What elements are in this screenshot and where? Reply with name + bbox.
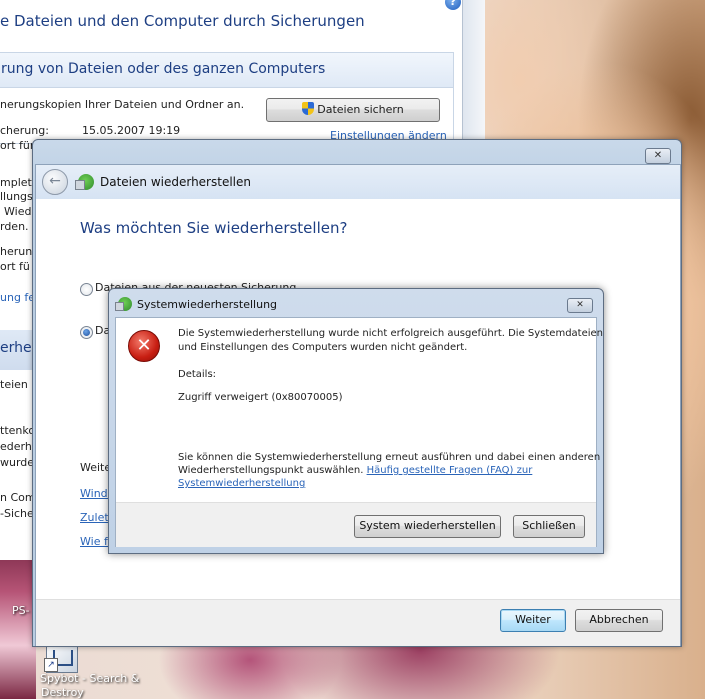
text-fragment: ttenko [0, 424, 36, 437]
text-fragment: ort für [0, 139, 35, 152]
shortcut-arrow-icon: ↗ [44, 658, 58, 672]
wizard-question: Was möchten Sie wiederherstellen? [80, 219, 348, 237]
radio-other-backup[interactable] [80, 326, 93, 339]
text-fragment: herun [0, 245, 33, 258]
radio-latest-backup[interactable] [80, 283, 93, 296]
error-message-line1: Die Systemwiederherstellung wurde nicht … [178, 328, 604, 339]
text-fragment: llungs [0, 190, 33, 203]
dialog-footer: System wiederherstellen Schließen [116, 502, 596, 547]
back-arrow-icon[interactable]: ← [42, 169, 68, 195]
info-line2-text: Wiederherstellungspunkt auswählen. [178, 465, 364, 476]
dialog-body: ✕ Die Systemwiederherstellung wurde nich… [115, 317, 603, 547]
wizard-footer: Weiter Abbrechen [36, 599, 680, 646]
spybot-label-line2[interactable]: Destroy [41, 686, 84, 699]
wizard-close-button[interactable]: ✕ [645, 148, 671, 164]
uac-shield-icon [302, 102, 315, 115]
details-value: Zugriff verweigert (0x80070005) [178, 392, 343, 403]
wizard-title: Dateien wiederherstellen [100, 175, 251, 189]
text-fragment: -Siche [0, 507, 34, 520]
cancel-button[interactable]: Abbrechen [575, 609, 663, 632]
info-line1: Sie können die Systemwiederherstellung e… [178, 452, 601, 463]
spybot-label[interactable]: Spybot - Search & [40, 672, 139, 685]
text-fragment: rden. [0, 220, 29, 233]
faq-link-line2[interactable]: Systemwiederherstellung [178, 478, 305, 489]
text-fragment: ort fü [0, 260, 30, 273]
next-button[interactable]: Weiter [500, 609, 566, 632]
system-restore-button[interactable]: System wiederherstellen [354, 515, 501, 538]
link-fragment[interactable]: ung fe [0, 291, 35, 304]
text-fragment: wurde [0, 456, 35, 469]
text-fragment: Wied [4, 205, 32, 218]
restore-files-icon [75, 174, 94, 190]
text-fragment: n Com [0, 491, 36, 504]
dialog-close-button[interactable]: ✕ [567, 298, 593, 313]
system-restore-error-dialog: Systemwiederherstellung ✕ ✕ Die Systemwi… [108, 288, 604, 554]
error-icon: ✕ [128, 330, 160, 362]
backup-files-button[interactable]: Dateien sichern [266, 98, 440, 122]
error-message-line2: und Einstellungen des Computers wurden n… [178, 342, 468, 353]
more-options-label: Weite [80, 461, 112, 474]
info-line2: Wiederherstellungspunkt auswählen. Häufi… [178, 465, 532, 476]
text-fragment: teien ( [0, 378, 36, 391]
desktop-icon-label[interactable]: PS- [12, 604, 30, 617]
system-restore-icon [115, 297, 132, 311]
last-backup-label: cherung: [0, 124, 49, 137]
backup-description: nerungskopien Ihrer Dateien und Ordner a… [0, 98, 245, 111]
backup-panel-title: rung von Dateien oder des ganzen Compute… [1, 61, 326, 77]
last-backup-value: 15.05.2007 19:19 [82, 124, 181, 137]
details-label: Details: [178, 369, 217, 380]
page-title: e Dateien und den Computer durch Sicheru… [0, 12, 365, 30]
help-icon[interactable]: ? [445, 0, 461, 10]
wizard-header: ← Dateien wiederherstellen [36, 165, 680, 199]
close-button[interactable]: Schließen [513, 515, 585, 538]
text-fragment: mplet [0, 176, 32, 189]
dialog-title: Systemwiederherstellung [137, 298, 278, 311]
faq-link[interactable]: Häufig gestellte Fragen (FAQ) zur [367, 465, 533, 476]
